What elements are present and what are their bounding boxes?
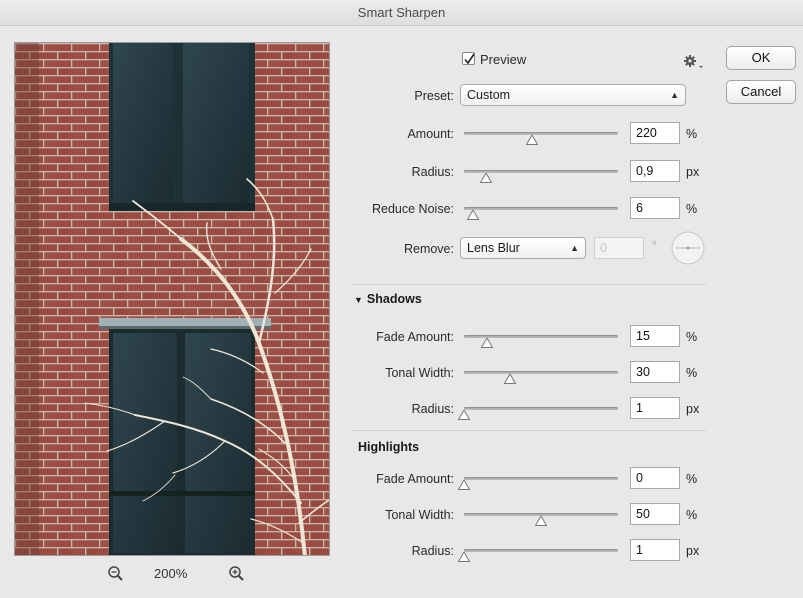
shadows-radius-slider[interactable] (458, 402, 618, 420)
shadows-fade-amount-unit: % (686, 330, 698, 344)
highlights-tonal-width-slider[interactable] (464, 508, 618, 526)
highlights-fade-amount-unit: % (686, 472, 698, 486)
highlights-tonal-width-label: Tonal Width: (385, 508, 454, 522)
shadows-fade-amount-input[interactable]: 15 (630, 325, 680, 347)
reduce-noise-slider[interactable] (464, 202, 618, 220)
radius-unit: px (686, 165, 700, 179)
highlights-fade-amount-input[interactable]: 0 (630, 467, 680, 489)
reduce-noise-input[interactable]: 6 (630, 197, 680, 219)
reduce-noise-unit: % (686, 202, 698, 216)
preview-photo (15, 43, 329, 555)
shadows-radius-label: Radius: (411, 402, 454, 416)
amount-unit: % (686, 127, 698, 141)
select-arrows-icon: ▲ (570, 243, 579, 253)
shadows-tonal-width-input[interactable]: 30 (630, 361, 680, 383)
highlights-tonal-width-unit: % (686, 508, 698, 522)
ok-button[interactable]: OK (726, 46, 796, 70)
highlights-title: Highlights (358, 440, 420, 454)
preview-checkbox[interactable] (462, 52, 475, 65)
shadows-fade-amount-label: Fade Amount: (376, 330, 454, 344)
radius-slider[interactable] (464, 165, 618, 183)
disclosure-triangle-icon: ▼ (354, 295, 363, 305)
angle-unit: ° (652, 239, 657, 253)
highlights-radius-unit: px (686, 544, 700, 558)
divider (352, 284, 706, 285)
remove-value: Lens Blur (467, 241, 520, 255)
amount-slider[interactable] (464, 127, 618, 145)
cancel-button[interactable]: Cancel (726, 80, 796, 104)
divider (352, 430, 706, 431)
slider-thumb-icon[interactable] (458, 552, 470, 562)
zoom-level: 200% (154, 566, 188, 581)
remove-select[interactable]: Lens Blur ▲ (460, 237, 586, 259)
shadows-fade-amount-slider[interactable] (464, 330, 618, 348)
shadows-radius-input[interactable]: 1 (630, 397, 680, 419)
slider-thumb-icon[interactable] (535, 516, 547, 526)
select-arrows-icon: ▲ (670, 90, 679, 100)
preview-label: Preview (480, 52, 527, 67)
preview-image[interactable] (14, 42, 330, 556)
preset-label: Preset: (414, 89, 454, 103)
gear-icon[interactable] (683, 54, 705, 70)
highlights-fade-amount-slider[interactable] (458, 472, 618, 490)
shadows-tonal-width-unit: % (686, 366, 698, 380)
amount-input[interactable]: 220 (630, 122, 680, 144)
slider-thumb-icon[interactable] (467, 210, 480, 220)
radius-input[interactable]: 0,9 (630, 160, 680, 182)
zoom-out-icon[interactable] (106, 564, 126, 584)
slider-thumb-icon[interactable] (481, 338, 494, 348)
highlights-radius-input[interactable]: 1 (630, 539, 680, 561)
highlights-tonal-width-input[interactable]: 50 (630, 503, 680, 525)
shadows-section-header[interactable]: ▼ Shadows (354, 292, 422, 306)
highlights-fade-amount-label: Fade Amount: (376, 472, 454, 486)
checkmark-icon (464, 53, 475, 65)
slider-thumb-icon[interactable] (525, 135, 538, 145)
radius-label: Radius: (411, 165, 454, 179)
zoom-in-icon[interactable] (227, 564, 247, 584)
preset-value: Custom (467, 88, 511, 102)
angle-input: 0 (594, 237, 644, 259)
slider-thumb-icon[interactable] (458, 480, 470, 490)
shadows-tonal-width-slider[interactable] (464, 366, 618, 384)
angle-dial-icon (671, 231, 705, 265)
window-title: Smart Sharpen (0, 0, 803, 26)
slider-thumb-icon[interactable] (479, 173, 492, 183)
shadows-tonal-width-label: Tonal Width: (385, 366, 454, 380)
zoom-bar: 200% (14, 562, 330, 586)
dialog-body: 200% Preview OK Cancel Preset: Custom ▲ … (0, 26, 803, 598)
reduce-noise-label: Reduce Noise: (372, 202, 454, 216)
highlights-radius-label: Radius: (411, 544, 454, 558)
highlights-radius-slider[interactable] (458, 544, 618, 562)
slider-thumb-icon[interactable] (504, 374, 517, 384)
slider-thumb-icon[interactable] (458, 410, 470, 420)
preset-select[interactable]: Custom ▲ (460, 84, 686, 106)
remove-label: Remove: (403, 242, 454, 256)
amount-label: Amount: (407, 127, 454, 141)
shadows-radius-unit: px (686, 402, 700, 416)
shadows-title: Shadows (366, 292, 422, 306)
